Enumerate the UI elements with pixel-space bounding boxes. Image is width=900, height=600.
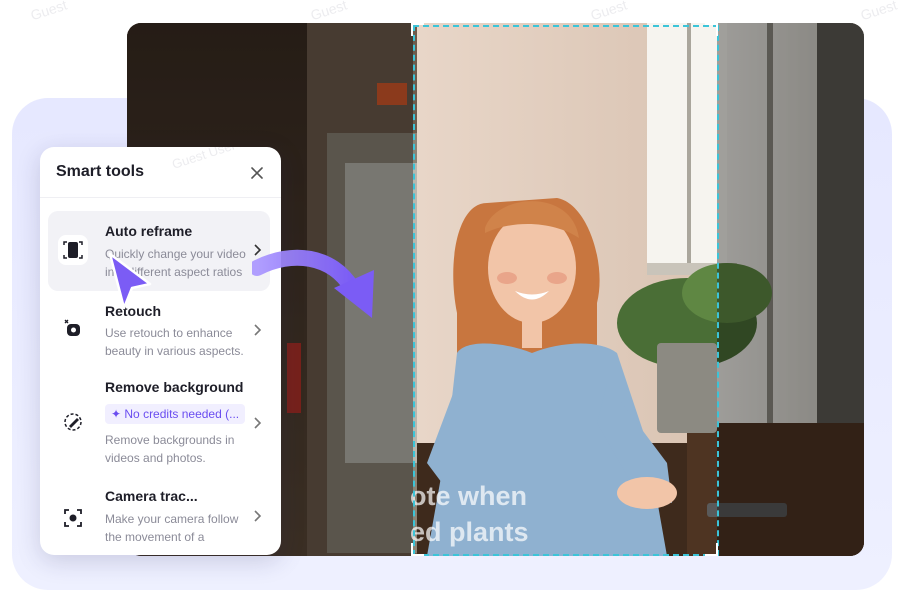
auto-reframe-icon [58, 235, 88, 265]
watermark: Guest [308, 0, 349, 24]
watermark: Guest [588, 0, 629, 24]
tool-title: Camera trac... [105, 488, 198, 504]
tool-title: Remove background [105, 379, 244, 395]
crop-handle-bottom-left[interactable] [411, 542, 425, 556]
no-credits-badge: ✦ No credits needed (... [105, 404, 246, 424]
crop-handle-bottom-right[interactable] [704, 542, 718, 556]
watermark: Guest [858, 0, 899, 24]
watermark: Guest [28, 0, 69, 24]
tool-title: Auto reframe [105, 223, 193, 239]
close-icon[interactable] [247, 163, 267, 183]
tool-remove-background[interactable]: Remove background ✦ No credits needed (.… [48, 371, 270, 471]
smart-tools-panel: Smart tools Guest User 2097 Auto reframe… [40, 147, 281, 555]
remove-background-icon [58, 407, 88, 437]
mouse-pointer-icon [108, 252, 152, 310]
tool-description: Make your camera follow the movement of … [105, 512, 239, 544]
tool-camera-tracking[interactable]: Camera trac... Make your camera follow t… [48, 479, 270, 553]
panel-title: Smart tools [56, 163, 145, 180]
tool-description: Remove backgrounds in videos and photos. [105, 433, 235, 465]
camera-tracking-icon [58, 503, 88, 533]
retouch-icon [58, 313, 88, 343]
crop-frame[interactable] [413, 25, 719, 556]
chevron-right-icon [254, 417, 262, 429]
chevron-right-icon [254, 510, 262, 522]
crop-handle-top-left[interactable] [411, 23, 425, 37]
tool-description: Use retouch to enhance beauty in various… [105, 326, 244, 358]
crop-handle-top-right[interactable] [704, 23, 718, 37]
tool-retouch[interactable]: Retouch Use retouch to enhance beauty in… [48, 293, 270, 363]
tool-auto-reframe[interactable]: Auto reframe Quickly change your video i… [48, 211, 270, 291]
divider [40, 197, 281, 198]
curved-arrow-icon [252, 249, 374, 318]
